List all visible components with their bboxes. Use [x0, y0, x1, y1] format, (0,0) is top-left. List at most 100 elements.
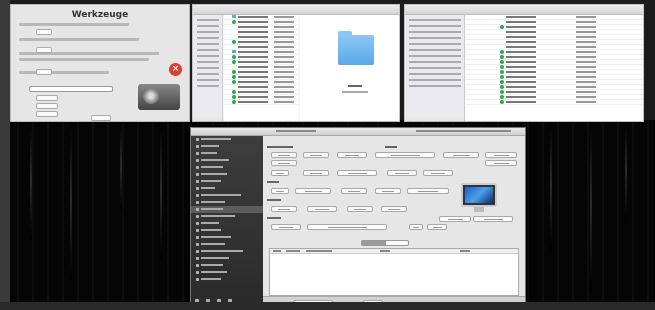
sidebar-item[interactable]: [191, 234, 263, 241]
hard-drive-icon: [138, 84, 180, 110]
action-button[interactable]: [439, 216, 471, 222]
item-icon: [196, 243, 199, 246]
action-button[interactable]: [341, 188, 367, 194]
toolbar: [405, 5, 643, 15]
action-button[interactable]: [307, 224, 387, 230]
action-button[interactable]: [303, 152, 329, 158]
action-button[interactable]: [473, 216, 513, 222]
action-button[interactable]: [443, 152, 479, 158]
view-toggle[interactable]: [361, 240, 409, 246]
action-button[interactable]: [381, 206, 407, 212]
action-button[interactable]: [271, 160, 297, 166]
item-icon: [196, 278, 199, 281]
sidebar-item[interactable]: [191, 143, 263, 150]
finder-window-left: [192, 4, 400, 122]
item-icon: [196, 236, 199, 239]
sidebar-item[interactable]: [191, 255, 263, 262]
section-heading: [267, 181, 279, 183]
bottom-strip: [0, 302, 655, 310]
close-icon[interactable]: ×: [169, 63, 182, 76]
section-heading: [267, 217, 281, 219]
action-button[interactable]: [375, 152, 435, 158]
file-list: [224, 15, 298, 121]
action-button[interactable]: [271, 170, 289, 176]
title-text: [276, 130, 316, 132]
item-icon: [196, 166, 199, 169]
tool-button[interactable]: [36, 103, 58, 109]
matrix-column: [590, 120, 592, 290]
tool-button[interactable]: [36, 111, 58, 117]
description-line: [19, 23, 129, 26]
sidebar-item[interactable]: [191, 241, 263, 248]
item-icon: [196, 145, 199, 148]
action-button[interactable]: [307, 206, 337, 212]
sidebar-item[interactable]: [191, 136, 263, 143]
item-icon: [196, 264, 199, 267]
action-button[interactable]: [271, 206, 297, 212]
sidebar-item[interactable]: [191, 262, 263, 269]
item-icon: [196, 138, 199, 141]
sidebar-item[interactable]: [191, 178, 263, 185]
tool-button[interactable]: [36, 29, 52, 35]
device-select[interactable]: [29, 86, 113, 92]
action-button[interactable]: [295, 188, 331, 194]
tool-button[interactable]: [36, 95, 58, 101]
finder-window-right: [404, 4, 644, 122]
action-button[interactable]: [427, 224, 447, 230]
action-button[interactable]: [485, 160, 517, 166]
action-button[interactable]: [347, 206, 373, 212]
imac-stand: [474, 207, 484, 212]
list-item[interactable]: [466, 100, 643, 105]
werkzeuge-window: Werkzeuge ×: [10, 4, 190, 122]
action-button[interactable]: [271, 188, 289, 194]
item-icon: [196, 250, 199, 253]
action-button[interactable]: [409, 224, 423, 230]
matrix-column: [550, 120, 552, 250]
imac-icon: [461, 183, 497, 207]
action-button[interactable]: [387, 170, 417, 176]
tool-button[interactable]: [36, 47, 52, 53]
action-button[interactable]: [271, 224, 301, 230]
sidebar-item-selected[interactable]: [191, 206, 263, 213]
action-button[interactable]: [271, 152, 297, 158]
main-pane: [263, 136, 525, 308]
sidebar-item[interactable]: [191, 157, 263, 164]
preview-info: [342, 91, 368, 93]
results-table: [269, 248, 519, 296]
item-icon: [196, 159, 199, 162]
table-header: [270, 249, 518, 254]
sidebar-item[interactable]: [191, 220, 263, 227]
sidebar-item[interactable]: [191, 185, 263, 192]
description-line: [19, 38, 139, 41]
folder-icon: [338, 31, 374, 65]
action-button[interactable]: [375, 188, 401, 194]
action-button[interactable]: [407, 188, 449, 194]
sidebar-item[interactable]: [191, 213, 263, 220]
sidebar-item[interactable]: [191, 164, 263, 171]
section-heading: [267, 146, 293, 148]
action-button[interactable]: [303, 170, 329, 176]
toolbar: [193, 5, 399, 15]
action-button[interactable]: [337, 152, 367, 158]
item-icon: [196, 257, 199, 260]
item-icon: [196, 194, 199, 197]
sidebar-item[interactable]: [191, 150, 263, 157]
action-button[interactable]: [337, 170, 377, 176]
list-item[interactable]: [224, 100, 298, 105]
section-heading: [267, 199, 281, 201]
sidebar-item[interactable]: [191, 248, 263, 255]
tool-button[interactable]: [36, 69, 52, 75]
sidebar-item[interactable]: [191, 171, 263, 178]
action-button[interactable]: [485, 152, 517, 158]
sidebar-item[interactable]: [191, 199, 263, 206]
item-icon: [196, 222, 199, 225]
item-icon: [196, 215, 199, 218]
section-heading: [385, 146, 397, 148]
sidebar-item[interactable]: [191, 227, 263, 234]
matrix-column: [120, 120, 122, 210]
ok-button[interactable]: [91, 115, 111, 121]
sidebar-item[interactable]: [191, 192, 263, 199]
sidebar-item[interactable]: [191, 269, 263, 276]
sidebar-item[interactable]: [191, 276, 263, 283]
action-button[interactable]: [423, 170, 453, 176]
